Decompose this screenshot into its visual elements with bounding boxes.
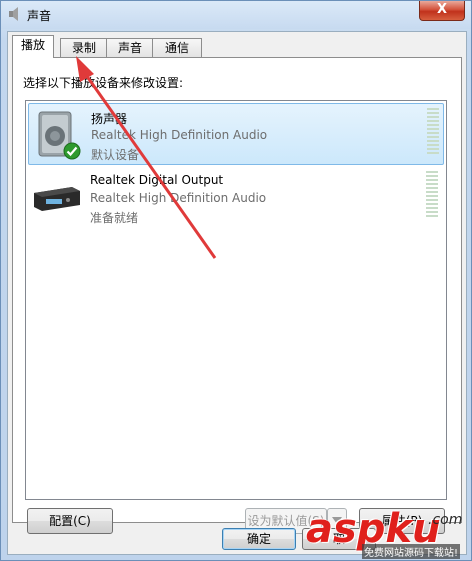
device-status: 准备就绪 bbox=[90, 211, 139, 225]
list-item-speakers[interactable]: 扬声器 Realtek High Definition Audio 默认设备 bbox=[28, 103, 444, 165]
list-item-digital-output[interactable]: Realtek Digital Output Realtek High Defi… bbox=[28, 167, 442, 227]
window-title: 声音 bbox=[27, 9, 52, 23]
watermark: aspku .com 免费网站源码下载站! bbox=[306, 506, 472, 561]
device-list[interactable]: 扬声器 Realtek High Definition Audio 默认设备 R… bbox=[25, 100, 447, 500]
watermark-subtitle: 免费网站源码下载站! bbox=[362, 544, 461, 559]
checkmark-icon bbox=[63, 142, 81, 160]
playback-panel: 选择以下播放设备来修改设置: 扬声器 Realtek High Definiti… bbox=[12, 57, 462, 534]
sound-dialog-window: 声音 X 播放 录制 声音 通信 选择以下播放设备来修改设置: 扬声器 Real… bbox=[0, 0, 472, 561]
ok-button[interactable]: 确定 bbox=[222, 528, 296, 550]
tab-recording[interactable]: 录制 bbox=[60, 38, 108, 57]
device-name: Realtek Digital Output bbox=[90, 173, 224, 187]
instruction-text: 选择以下播放设备来修改设置: bbox=[23, 76, 184, 90]
watermark-domain: .com bbox=[428, 512, 463, 528]
device-status: 默认设备 bbox=[91, 148, 140, 162]
dialog-client-area: 播放 录制 声音 通信 选择以下播放设备来修改设置: 扬声器 Realtek H… bbox=[7, 31, 467, 555]
digital-output-icon bbox=[34, 187, 80, 211]
volume-meter bbox=[427, 108, 439, 156]
close-button[interactable]: X bbox=[419, 1, 465, 21]
speaker-title-icon bbox=[9, 7, 18, 21]
tab-playback[interactable]: 播放 bbox=[12, 35, 54, 58]
title-bar[interactable]: 声音 X bbox=[1, 1, 471, 29]
device-driver: Realtek High Definition Audio bbox=[91, 128, 268, 142]
configure-button[interactable]: 配置(C) bbox=[27, 508, 113, 534]
tab-sounds[interactable]: 声音 bbox=[106, 38, 154, 57]
volume-meter bbox=[426, 171, 438, 219]
device-driver: Realtek High Definition Audio bbox=[90, 191, 267, 205]
tab-communications[interactable]: 通信 bbox=[152, 38, 202, 57]
device-name: 扬声器 bbox=[91, 112, 128, 126]
